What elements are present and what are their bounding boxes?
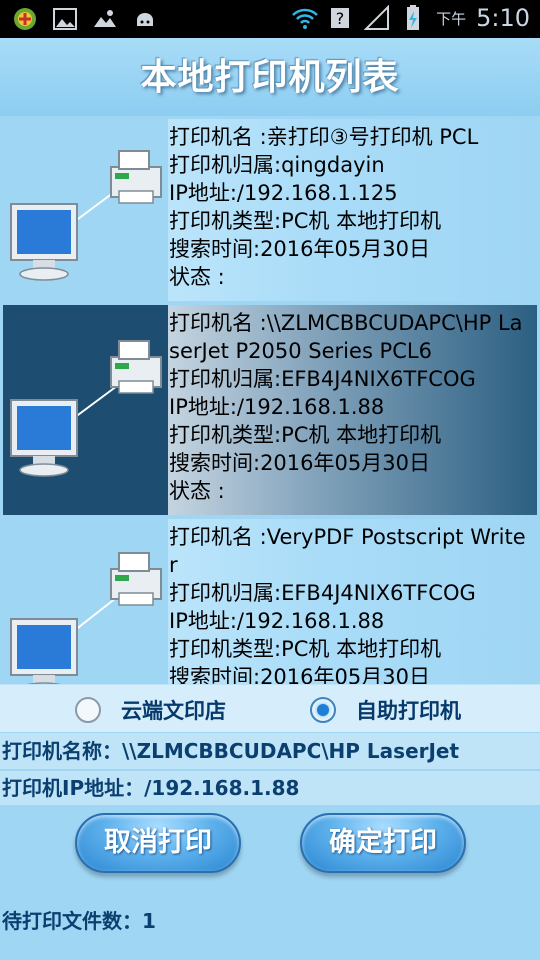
printer-search-time: 搜索时间:2016年05月30日 bbox=[169, 237, 430, 261]
printer-type: 打印机类型:PC机 本地打印机 bbox=[169, 423, 442, 447]
printer-info: 打印机名 :VeryPDF Postscript Writer 打印机归属:EF… bbox=[169, 523, 533, 684]
image-icon bbox=[53, 8, 77, 30]
printer-name: 打印机名 :VeryPDF Postscript Writer bbox=[169, 525, 526, 577]
monitor-icon bbox=[10, 399, 78, 477]
computer-printer-icon bbox=[10, 150, 162, 281]
printer-ip: IP地址:/192.168.1.88 bbox=[169, 395, 385, 419]
printer-list-item[interactable]: 打印机名 :亲打印③号打印机 PCL 打印机归属:qingdayin IP地址:… bbox=[3, 119, 537, 301]
selected-printer-ip: 打印机IP地址：/192.168.1.88 bbox=[0, 771, 540, 805]
printer-status: 状态 : bbox=[169, 479, 225, 503]
title-bar: 本地打印机列表 bbox=[0, 38, 540, 116]
printer-illustration bbox=[3, 305, 168, 515]
printer-illustration bbox=[3, 519, 168, 684]
page-title: 本地打印机列表 bbox=[140, 57, 400, 98]
app-notification-icon bbox=[14, 8, 36, 30]
printer-owner: 打印机归属:qingdayin bbox=[169, 153, 385, 177]
radio-label[interactable]: 云端文印店 bbox=[121, 695, 226, 725]
status-bar-system: ? 下午 5:10 bbox=[292, 4, 530, 32]
monitor-icon bbox=[10, 618, 78, 684]
printer-status: 状态 : bbox=[169, 265, 225, 289]
printer-type: 打印机类型:PC机 本地打印机 bbox=[169, 637, 442, 661]
cloud-icon bbox=[94, 10, 116, 27]
printer-icon bbox=[110, 150, 162, 204]
printer-owner: 打印机归属:EFB4J4NIX6TFCOG bbox=[169, 367, 476, 391]
signal-icon: ? bbox=[331, 8, 350, 28]
printer-search-time: 搜索时间:2016年05月30日 bbox=[169, 451, 430, 475]
radio-cloud-print-shop[interactable]: 云端文印店 bbox=[75, 695, 226, 725]
printer-name: 打印机名 :\\ZLMCBBCUDAPC\HP LaserJet P2050 S… bbox=[169, 311, 523, 363]
computer-printer-icon bbox=[10, 340, 162, 477]
monitor-icon bbox=[10, 203, 78, 281]
cell-signal-icon bbox=[364, 5, 390, 30]
radio-checked-icon[interactable] bbox=[310, 697, 336, 723]
computer-printer-icon bbox=[10, 552, 162, 684]
printer-list[interactable]: 打印机名 :亲打印③号打印机 PCL 打印机归属:qingdayin IP地址:… bbox=[0, 116, 540, 684]
wifi-icon bbox=[292, 8, 318, 29]
selected-printer-name: 打印机名称：\\ZLMCBBCUDAPC\HP LaserJet bbox=[0, 733, 540, 769]
print-mode-selector: 云端文印店 自助打印机 bbox=[0, 684, 540, 732]
radio-self-service-printer[interactable]: 自助打印机 bbox=[310, 695, 461, 725]
printer-info: 打印机名 :\\ZLMCBBCUDAPC\HP LaserJet P2050 S… bbox=[169, 309, 533, 505]
printer-owner: 打印机归属:EFB4J4NIX6TFCOG bbox=[169, 581, 476, 605]
radio-label[interactable]: 自助打印机 bbox=[356, 695, 461, 725]
svg-text:?: ? bbox=[336, 9, 345, 28]
printer-info: 打印机名 :亲打印③号打印机 PCL 打印机归属:qingdayin IP地址:… bbox=[169, 123, 533, 291]
pending-file-count: 待打印文件数：1 bbox=[2, 909, 156, 933]
radio-unchecked-icon[interactable] bbox=[75, 697, 101, 723]
printer-icon bbox=[110, 552, 162, 606]
printer-icon bbox=[110, 340, 162, 394]
status-bar-ampm: 下午 bbox=[436, 9, 467, 28]
status-bar: ? 下午 5:10 bbox=[0, 0, 540, 38]
cancel-print-button[interactable]: 取消打印 bbox=[75, 813, 241, 873]
confirm-print-button[interactable]: 确定打印 bbox=[300, 813, 466, 873]
printer-list-item-selected[interactable]: 打印机名 :\\ZLMCBBCUDAPC\HP LaserJet P2050 S… bbox=[3, 305, 537, 515]
printer-type: 打印机类型:PC机 本地打印机 bbox=[169, 209, 442, 233]
printer-ip: IP地址:/192.168.1.125 bbox=[169, 181, 398, 205]
status-bar-notifications bbox=[12, 6, 158, 32]
battery-charging-icon bbox=[407, 5, 420, 30]
android-icon bbox=[137, 13, 153, 26]
status-bar-clock: 5:10 bbox=[476, 4, 530, 32]
printer-list-item[interactable]: 打印机名 :VeryPDF Postscript Writer 打印机归属:EF… bbox=[3, 519, 537, 684]
printer-name: 打印机名 :亲打印③号打印机 PCL bbox=[169, 125, 479, 149]
printer-ip: IP地址:/192.168.1.88 bbox=[169, 609, 385, 633]
printer-search-time: 搜索时间:2016年05月30日 bbox=[169, 665, 430, 684]
printer-illustration bbox=[3, 119, 168, 301]
